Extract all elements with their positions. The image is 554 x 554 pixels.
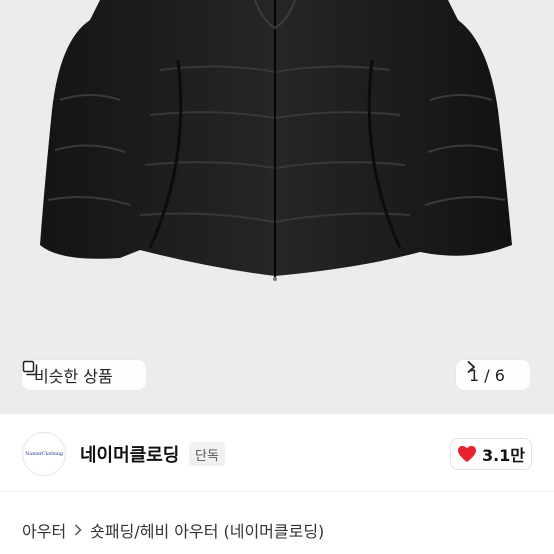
- product-image: [40, 0, 512, 281]
- brand-name[interactable]: 네이머클로딩: [80, 441, 179, 467]
- chevron-right-icon: [467, 360, 476, 374]
- chevron-right-icon: [75, 524, 82, 536]
- similar-items-icon: [22, 360, 38, 376]
- brand-logo-text: NamerClothing: [25, 451, 63, 457]
- exclusive-badge: 단독: [189, 442, 225, 466]
- breadcrumb: 아우터 숏패딩/헤비 아우터 (네이머클로딩): [22, 518, 324, 542]
- breadcrumb-item-outer[interactable]: 아우터: [22, 518, 66, 542]
- image-pager[interactable]: 1 / 6: [456, 360, 530, 390]
- brand-logo[interactable]: NamerClothing: [22, 432, 66, 476]
- product-image-carousel[interactable]: 비슷한 상품 1 / 6: [0, 0, 554, 414]
- breadcrumb-item-category[interactable]: 숏패딩/헤비 아우터 (네이머클로딩): [90, 518, 324, 542]
- similar-items-button[interactable]: 비슷한 상품: [22, 360, 146, 390]
- like-count: 3.1만: [481, 446, 526, 465]
- heart-icon: [457, 445, 476, 463]
- brand-row: NamerClothing 네이머클로딩 단독 3.1만: [0, 414, 554, 492]
- similar-items-label: 비슷한 상품: [34, 367, 113, 386]
- like-button[interactable]: 3.1만: [450, 438, 532, 470]
